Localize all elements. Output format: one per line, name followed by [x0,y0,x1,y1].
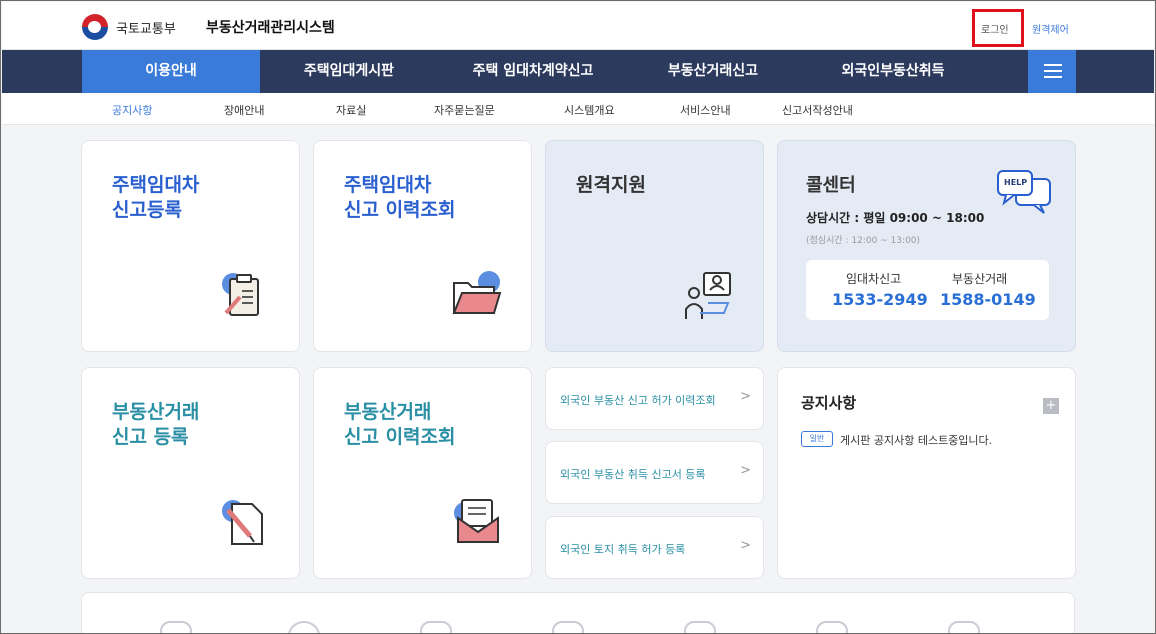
card-title: 부동산거래 신고 등록 [112,401,200,448]
book-icon[interactable] [816,621,848,633]
card-trade-history[interactable]: 부동산거래 신고 이력조회 [313,367,532,579]
subnav-service-guide[interactable]: 서비스안내 [680,102,731,118]
phone-box: 임대차신고 1533-2949 부동산거래 1588-0149 [806,260,1049,320]
remote-control-link[interactable]: 원격제어 [1032,21,1069,36]
callcenter-hours: 상담시간 : 평일 09:00 ~ 18:00 [806,211,985,225]
more-plus-icon[interactable]: + [1043,398,1059,414]
quick-links-panel [81,592,1075,633]
folder-icon [450,269,504,319]
callcenter-lunch: (점심시간 : 12:00 ~ 13:00) [806,236,921,246]
top-header: 국토교통부 부동산거래관리시스템 로그인 원격제어 [2,2,1154,50]
subnav-faq[interactable]: 자주묻는질문 [434,102,495,118]
card-call-center: 콜센터 HELP 상담시간 : 평일 09:00 ~ 18:00 (점심시간 :… [777,140,1076,352]
subnav-notice[interactable]: 공지사항 [112,102,152,118]
sub-navigation: 공지사항 장애안내 자료실 자주묻는질문 시스템개요 서비스안내 신고서작성안내 [2,93,1154,125]
nav-trade-report[interactable]: 부동산거래신고 [628,50,798,93]
card-title: 원격지원 [576,174,646,196]
lease-phone-number: 1533-2949 [832,290,928,309]
card-title: 부동산거래 신고 이력조회 [344,401,456,448]
notice-badge: 일반 [801,431,833,447]
chevron-right-icon: > [740,538,751,553]
subnav-outage[interactable]: 장애안내 [224,102,264,118]
notice-title: 공지사항 [801,394,857,412]
nav-housing-board[interactable]: 주택임대게시판 [260,50,438,93]
foreign-acquisition-register-button[interactable]: 외국인 부동산 취득 신고서 등록 > [545,441,764,504]
card-trade-register[interactable]: 부동산거래 신고 등록 [81,367,300,579]
foreign-permit-history-button[interactable]: 외국인 부동산 신고 허가 이력조회 > [545,367,764,430]
download-icon[interactable] [552,621,584,633]
main-navigation: 이용안내 주택임대게시판 주택 임대차계약신고 부동산거래신고 외국인부동산취득 [2,50,1154,93]
browser-viewport: 국토교통부 부동산거래관리시스템 로그인 원격제어 이용안내 주택임대게시판 주… [0,0,1156,634]
notice-item-link[interactable]: 게시판 공지사항 테스트중입니다. [840,432,992,448]
card-title: 주택임대차 신고등록 [112,174,200,221]
edit-icon[interactable] [684,621,716,633]
government-logo-icon[interactable] [82,14,108,40]
nav-usage-guide[interactable]: 이용안내 [82,50,260,93]
help-text: HELP [1004,178,1028,187]
login-link[interactable]: 로그인 [981,21,1009,36]
button-label: 외국인 토지 취득 허가 등록 [560,543,686,556]
envelope-icon [452,496,504,548]
system-title[interactable]: 부동산거래관리시스템 [206,17,335,37]
menu-icon[interactable] [1028,50,1076,93]
nav-lease-report[interactable]: 주택 임대차계약신고 [438,50,628,93]
search-doc-icon[interactable] [948,621,980,633]
remote-support-icon [682,269,736,325]
document-icon[interactable] [420,621,452,633]
card-remote-support[interactable]: 원격지원 [545,140,764,352]
ministry-name[interactable]: 국토교통부 [116,18,176,37]
chevron-right-icon: > [740,389,751,404]
subnav-system-overview[interactable]: 시스템개요 [564,102,615,118]
subnav-library[interactable]: 자료실 [336,102,366,118]
subnav-form-guide[interactable]: 신고서작성안내 [782,102,853,118]
chevron-right-icon: > [740,463,751,478]
document-pen-icon [220,496,270,548]
button-label: 외국인 부동산 신고 허가 이력조회 [560,394,716,407]
callcenter-title: 콜센터 [806,175,856,196]
card-lease-register[interactable]: 주택임대차 신고등록 [81,140,300,352]
card-title: 주택임대차 신고 이력조회 [344,174,456,221]
nav-foreign-acquisition[interactable]: 외국인부동산취득 [798,50,988,93]
clipboard-icon [220,271,270,321]
foreign-land-permit-button[interactable]: 외국인 토지 취득 허가 등록 > [545,516,764,579]
notice-panel: 공지사항 + 일반 게시판 공지사항 테스트중입니다. [777,367,1076,579]
card-lease-history[interactable]: 주택임대차 신고 이력조회 [313,140,532,352]
chat-icon[interactable] [160,621,192,633]
button-label: 외국인 부동산 취득 신고서 등록 [560,468,706,481]
help-bubble-icon: HELP [996,169,1054,215]
trade-phone-number: 1588-0149 [940,290,1036,309]
trade-phone-label: 부동산거래 [952,272,1008,286]
gauge-icon[interactable] [288,621,320,633]
lease-phone-label: 임대차신고 [846,272,902,286]
